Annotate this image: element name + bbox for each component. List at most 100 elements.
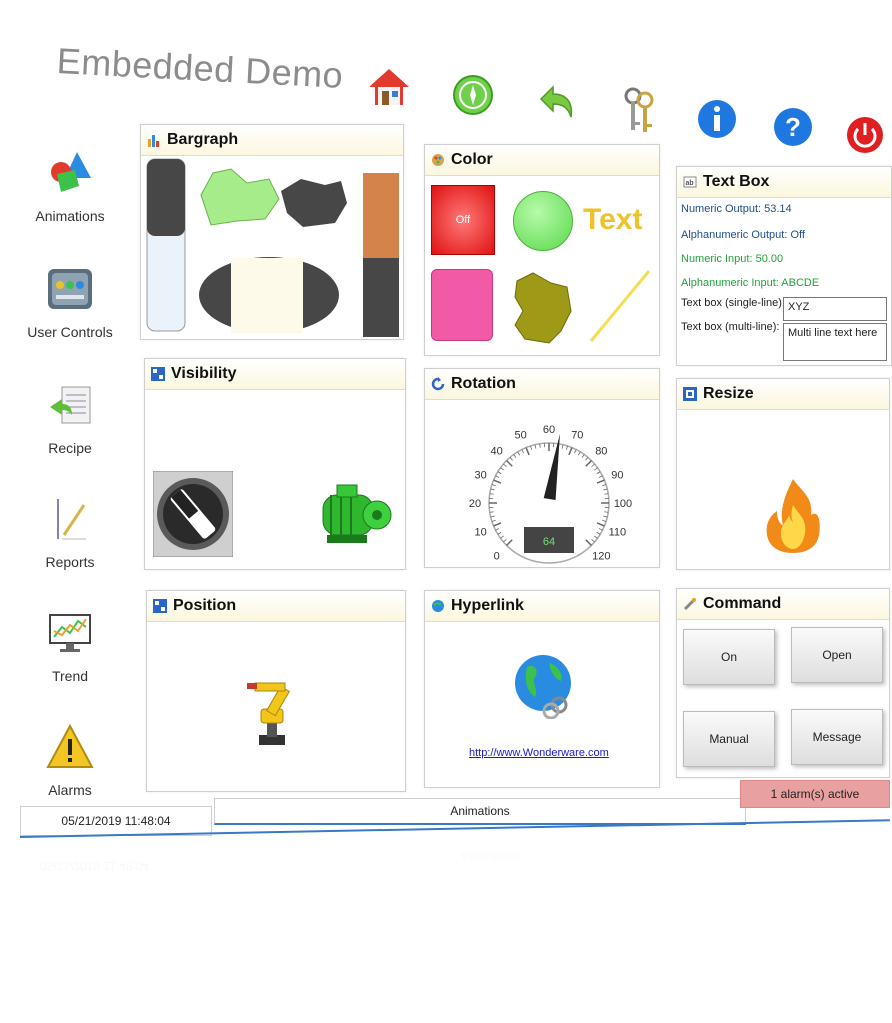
- sidebar-item-alarms[interactable]: Alarms: [15, 722, 125, 798]
- alphanumeric-input[interactable]: Alphanumeric Input: ABCDE: [681, 277, 819, 289]
- gauge-label: 120: [592, 550, 610, 562]
- status-page: Animations: [214, 798, 746, 825]
- selector-switch[interactable]: [153, 471, 233, 557]
- hyperlink-title: Hyperlink: [451, 597, 524, 614]
- pink-square: [431, 269, 493, 341]
- info-button[interactable]: [694, 96, 740, 142]
- bargraph-graphic: [146, 158, 399, 337]
- sidebar-item-user-controls[interactable]: User Controls: [15, 264, 125, 340]
- numeric-input[interactable]: Numeric Input: 50.00: [681, 253, 783, 265]
- color-header: Color: [425, 145, 659, 176]
- bargraph-title: Bargraph: [167, 131, 239, 148]
- globe-icon: [515, 655, 571, 719]
- command-header: Command: [677, 589, 889, 620]
- color-panel: Color Off Text: [424, 144, 660, 356]
- reflection-datetime: 05/21/2019 11:48:04: [40, 859, 150, 873]
- left-bar: [146, 158, 186, 332]
- status-datetime: 05/21/2019 11:48:04: [20, 806, 212, 836]
- reports-icon: [45, 494, 95, 544]
- command-icon: [683, 597, 697, 611]
- sidebar-item-trend[interactable]: Trend: [15, 608, 125, 684]
- sidebar-item-recipe[interactable]: Recipe: [15, 380, 125, 456]
- visibility-header: Visibility: [145, 359, 405, 390]
- visibility-panel: Visibility: [144, 358, 406, 570]
- sidebar-item-label: Trend: [51, 668, 89, 684]
- home-icon: [369, 69, 409, 105]
- position-header: Position: [147, 591, 405, 622]
- single-line-field[interactable]: XYZ: [783, 297, 887, 321]
- bargraph-icon: [147, 133, 161, 147]
- position-icon: [153, 599, 167, 613]
- help-button[interactable]: ?: [770, 104, 816, 150]
- rotation-header: Rotation: [425, 369, 659, 400]
- position-panel: Position: [146, 590, 406, 792]
- gauge-label: 80: [595, 446, 607, 458]
- color-off-button[interactable]: Off: [431, 185, 495, 255]
- color-text-sample: Text: [583, 203, 643, 236]
- gauge-label: 50: [515, 430, 527, 442]
- green-circle: [513, 191, 573, 251]
- resize-title: Resize: [703, 385, 754, 402]
- sidebar-item-animations[interactable]: Animations: [15, 148, 125, 224]
- info-icon: [698, 100, 736, 138]
- keys-icon: [624, 87, 654, 132]
- hyperlink-icon: [431, 599, 445, 613]
- gauge-label: 40: [491, 446, 503, 458]
- multi-line-field[interactable]: Multi line text here: [783, 323, 887, 361]
- gauge-label: 70: [571, 430, 583, 442]
- back-arrow-icon: [539, 85, 573, 118]
- recipe-icon: [45, 380, 95, 430]
- shapes-icon: [45, 148, 95, 198]
- hyperlink-url[interactable]: http://www.Wonderware.com: [469, 747, 609, 759]
- navigate-button[interactable]: [450, 72, 496, 118]
- hyperlink-header: Hyperlink: [425, 591, 659, 622]
- color-title: Color: [451, 151, 493, 168]
- visibility-icon: [151, 367, 165, 381]
- textbox-icon: ab: [683, 175, 697, 189]
- motor-icon: [322, 484, 392, 543]
- sidebar-item-label: Reports: [45, 554, 95, 570]
- olive-shape: [514, 272, 572, 344]
- home-button[interactable]: [366, 64, 412, 110]
- help-icon: ?: [774, 108, 812, 146]
- compass-icon: [453, 75, 493, 115]
- status-alarms[interactable]: 1 alarm(s) active: [740, 780, 890, 808]
- sidebar-item-label: Recipe: [48, 440, 92, 456]
- reflection: 05/21/2019 11:48:04 Animations 1 alarm(s…: [20, 838, 890, 1023]
- gauge-label: 110: [609, 526, 627, 538]
- command-title: Command: [703, 595, 782, 612]
- numeric-output: Numeric Output: 53.14: [681, 203, 792, 215]
- command-panel: Command On Open Manual Message: [676, 588, 890, 778]
- gauge-label: 60: [543, 424, 555, 436]
- open-button[interactable]: Open: [791, 627, 883, 683]
- message-button[interactable]: Message: [791, 709, 883, 765]
- textbox-header: ab Text Box: [677, 167, 891, 198]
- gauge-label: 0: [494, 550, 500, 562]
- single-line-label: Text box (single-line):: [681, 297, 785, 309]
- rotation-panel: Rotation 0 10 20 30 40 50 60 70 80 90 100 110 120 64: [424, 368, 660, 568]
- gauge-label: 100: [614, 498, 632, 510]
- resize-icon: [683, 387, 697, 401]
- hyperlink-panel: Hyperlink http://www.Wonderware.com: [424, 590, 660, 788]
- sidebar-item-label: User Controls: [27, 324, 113, 340]
- reflection-page: Animations: [460, 849, 520, 863]
- rotation-title: Rotation: [451, 375, 516, 392]
- svg-text:ab: ab: [686, 180, 694, 187]
- sidebar-item-reports[interactable]: Reports: [15, 494, 125, 570]
- multi-line-label: Text box (multi-line):: [681, 321, 780, 333]
- login-button[interactable]: [616, 87, 662, 134]
- app-title: Embedded Demo: [55, 40, 345, 96]
- manual-button[interactable]: Manual: [683, 711, 775, 767]
- power-button[interactable]: [842, 112, 888, 158]
- resize-panel: Resize: [676, 378, 890, 570]
- position-title: Position: [173, 597, 237, 614]
- back-button[interactable]: [534, 82, 580, 128]
- svg-text:?: ?: [785, 112, 801, 142]
- on-button[interactable]: On: [683, 629, 775, 685]
- palette-icon: [431, 153, 445, 167]
- rotation-icon: [431, 377, 445, 391]
- trend-icon: [45, 608, 95, 658]
- gauge-label: 10: [475, 526, 487, 538]
- visibility-title: Visibility: [171, 365, 237, 382]
- textbox-panel: ab Text Box Numeric Output: 53.14 Alphan…: [676, 166, 892, 366]
